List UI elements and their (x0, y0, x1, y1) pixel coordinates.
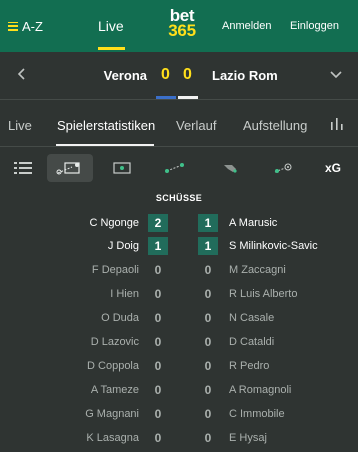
table-row: J Doig 1 1 S Milinkovic-Savic (0, 235, 358, 259)
away-stat-value: 0 (204, 263, 212, 277)
tab-history[interactable]: Verlauf (176, 118, 216, 133)
away-stat-value: 0 (204, 287, 212, 301)
table-row: I Hien 0 0 R Luis Alberto (0, 283, 358, 307)
home-stat-value: 0 (154, 359, 162, 373)
home-player-name[interactable]: O Duda (101, 312, 139, 324)
tackle-icon[interactable] (207, 154, 253, 182)
away-stat-value: 0 (204, 335, 212, 349)
away-player-name[interactable]: A Marusic (229, 217, 277, 229)
away-player-name[interactable]: A Romagnoli (229, 384, 291, 396)
home-player-name[interactable]: D Lazovic (91, 336, 139, 348)
chevron-left-icon[interactable] (16, 66, 28, 82)
away-score: 0 (183, 66, 192, 83)
table-row: G Magnani 0 0 C Immobile (0, 403, 358, 427)
stat-category-bar: xG (0, 148, 358, 188)
home-team-name: Verona (103, 68, 147, 83)
hamburger-icon (8, 21, 18, 31)
home-player-name[interactable]: C Ngonge (89, 217, 139, 229)
away-player-name[interactable]: R Pedro (229, 360, 269, 372)
bet365-logo[interactable]: bet 365 (160, 7, 204, 40)
login-button[interactable]: Einloggen (290, 20, 339, 32)
home-stat-value: 0 (154, 263, 162, 277)
away-player-name[interactable]: E Hysaj (229, 432, 267, 444)
away-team-color-bar (178, 96, 198, 99)
xg-label: xG (324, 161, 341, 175)
home-stat-value: 0 (154, 383, 162, 397)
tab-player-stats[interactable]: Spielerstatistiken (57, 118, 155, 133)
away-stat-value: 0 (204, 431, 212, 445)
match-score-bar: Verona 0 0 Lazio Rom (0, 52, 358, 100)
home-team-color-bar (156, 96, 176, 99)
table-row: D Lazovic 0 0 D Cataldi (0, 331, 358, 355)
home-stat-value: 2 (148, 214, 168, 232)
away-player-name[interactable]: C Immobile (229, 408, 285, 420)
table-row: C Ngonge 2 1 A Marusic (0, 212, 358, 236)
home-stat-value: 0 (154, 407, 162, 421)
live-nav-link[interactable]: Live (98, 18, 124, 34)
home-stat-value: 0 (154, 287, 162, 301)
away-player-name[interactable]: D Cataldi (229, 336, 274, 348)
bar-chart-icon[interactable] (328, 116, 346, 132)
az-menu-label: A-Z (22, 18, 43, 34)
away-team-name: Lazio Rom (212, 68, 278, 83)
xg-tab[interactable]: xG (310, 154, 356, 182)
home-player-name[interactable]: D Coppola (87, 360, 139, 372)
table-row: K Lasagna 0 0 E Hysaj (0, 427, 358, 451)
home-player-name[interactable]: K Lasagna (86, 432, 139, 444)
az-menu-button[interactable]: A-Z (8, 16, 43, 36)
table-row: D Coppola 0 0 R Pedro (0, 355, 358, 379)
home-player-name[interactable]: J Doig (108, 240, 139, 252)
home-player-name[interactable]: I Hien (110, 288, 139, 300)
dribble-icon[interactable] (260, 154, 306, 182)
table-row: A Tameze 0 0 A Romagnoli (0, 379, 358, 403)
away-player-name[interactable]: M Zaccagni (229, 264, 286, 276)
live-nav-underline (98, 47, 125, 50)
home-stat-value: 1 (148, 237, 168, 255)
shots-icon[interactable] (47, 154, 93, 182)
away-stat-value: 0 (204, 359, 212, 373)
away-stat-value: 0 (204, 407, 212, 421)
home-stat-value: 0 (154, 335, 162, 349)
home-player-name[interactable]: G Magnani (85, 408, 139, 420)
away-player-name[interactable]: R Luis Alberto (229, 288, 297, 300)
away-stat-value: 1 (198, 237, 218, 255)
table-row: F Depaoli 0 0 M Zaccagni (0, 259, 358, 283)
home-score: 0 (161, 66, 170, 83)
away-player-name[interactable]: N Casale (229, 312, 274, 324)
tab-live[interactable]: Live (8, 118, 32, 133)
away-stat-value: 0 (204, 311, 212, 325)
match-tabs: Live Spielerstatistiken Verlauf Aufstell… (0, 101, 358, 147)
home-player-name[interactable]: F Depaoli (92, 264, 139, 276)
home-stat-value: 0 (154, 311, 162, 325)
grid-icon[interactable] (0, 154, 46, 182)
away-stat-value: 0 (204, 383, 212, 397)
logo-text-bottom: 365 (168, 21, 196, 40)
signup-button[interactable]: Anmelden (222, 20, 272, 32)
away-player-name[interactable]: S Milinkovic-Savic (229, 240, 318, 252)
top-bar: A-Z Live bet 365 Anmelden Einloggen (0, 0, 358, 52)
goal-frame-icon[interactable] (99, 154, 145, 182)
tab-lineup[interactable]: Aufstellung (243, 118, 307, 133)
pass-icon[interactable] (152, 154, 198, 182)
away-stat-value: 1 (198, 214, 218, 232)
home-player-name[interactable]: A Tameze (91, 384, 139, 396)
active-tab-underline (56, 144, 154, 146)
section-title: SCHÜSSE (155, 193, 203, 203)
chevron-down-icon[interactable] (328, 66, 344, 82)
home-stat-value: 0 (154, 431, 162, 445)
table-row: O Duda 0 0 N Casale (0, 307, 358, 331)
